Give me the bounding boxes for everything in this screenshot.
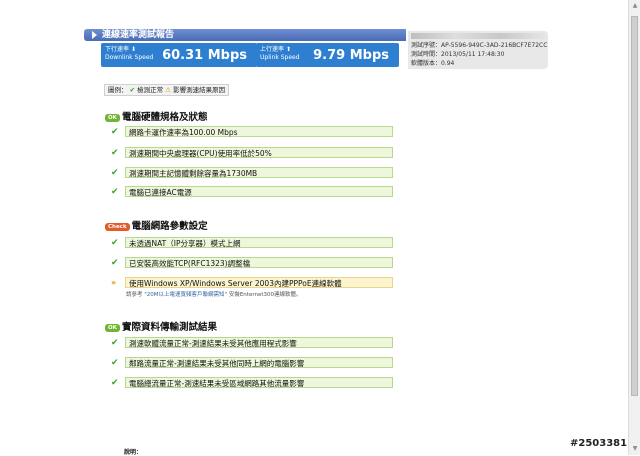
check-mark-icon: ✔: [111, 187, 119, 197]
check-mark-icon: ✔: [111, 127, 119, 137]
check-mark-icon: ✔: [129, 86, 136, 94]
download-speed-value: 60.31 Mbps: [162, 48, 247, 63]
upload-speed-box: 上行速率 ⬆ Uplink Speed 9.79 Mbps: [256, 43, 399, 67]
check-mark-icon: ✔: [111, 238, 119, 248]
list-item-text: 網路卡運作速率為100.00 Mbps: [125, 126, 393, 137]
vertical-scrollbar[interactable]: ▲ ▼: [628, 0, 640, 455]
watermark: #2503381: [570, 438, 628, 449]
test-time: 測試時間：2013/05/11 17:48:30: [411, 51, 505, 58]
report-title: 連線速率測試報告: [102, 30, 175, 40]
scroll-down-icon[interactable]: ▼: [629, 443, 640, 455]
warning-icon: ⚠: [165, 86, 172, 94]
section-transfer-header: OK 實際資料傳輸測試結果: [105, 322, 217, 334]
check-badge: Check: [105, 223, 130, 231]
ok-badge: OK: [105, 324, 120, 332]
play-triangle-icon: [92, 31, 97, 39]
list-item-text: 使用Windows XP/Windows Server 2003內建PPPoE連…: [125, 277, 393, 288]
check-mark-icon: ✔: [111, 258, 119, 268]
scroll-up-icon[interactable]: ▲: [629, 0, 640, 12]
upload-speed-value: 9.79 Mbps: [313, 48, 389, 63]
test-info-panel: 測試序號：AP-5596-949C-3AD-216BCF7E72CC 測試時間：…: [408, 31, 548, 69]
list-item-text: 電腦已連接AC電源: [125, 186, 393, 197]
list-item-text: 未透過NAT（IP分享器）模式上網: [125, 237, 393, 248]
test-serial: 測試序號：AP-5596-949C-3AD-216BCF7E72CC: [411, 42, 548, 49]
check-mark-icon: ✔: [111, 168, 119, 178]
software-version: 軟體版本：0.94: [411, 60, 455, 67]
list-item-text: 測速期間主記憶體剩餘容量為1730MB: [125, 167, 393, 178]
check-mark-icon: ✔: [111, 378, 119, 388]
redacted-bar: [411, 33, 546, 39]
report-page: 連線速率測試報告 下行速率 ⬇ Downlink Speed 60.31 Mbp…: [0, 0, 628, 456]
check-mark-icon: ✔: [111, 358, 119, 368]
download-speed-box: 下行速率 ⬇ Downlink Speed 60.31 Mbps: [101, 43, 257, 67]
legend: 圖例： ✔ 檢測正常 ⚠ 影響測速結果原因: [104, 84, 230, 96]
list-item-text: 已安裝高效能TCP(RFC1323)調整檔: [125, 257, 393, 268]
section-title: 電腦網路參數設定: [131, 221, 208, 232]
upload-speed-label: 上行速率 ⬆ Uplink Speed: [260, 46, 300, 61]
scrollbar-thumb[interactable]: [631, 16, 638, 396]
check-mark-icon: ✔: [111, 148, 119, 158]
list-item-text: 測速軟體流量正常-測速結果未受其他應用程式影響: [125, 337, 393, 348]
guide-link[interactable]: "20M以上電速寬頻客戶聯網需知": [144, 292, 227, 298]
double-chevron-icon: »: [111, 278, 117, 287]
list-item-text: 測速期間中央處理器(CPU)使用率低於50%: [125, 147, 393, 158]
list-item-text: 電腦總流量正常-測速結果未受區域網路其他流量影響: [125, 377, 393, 388]
check-mark-icon: ✔: [111, 338, 119, 348]
pppoe-note: 請參考 "20M以上電速寬頻客戶聯網需知" 安裝Enternet300連線軟體。: [126, 292, 302, 298]
upload-arrow-icon: ⬆: [285, 46, 291, 53]
ok-badge: OK: [105, 114, 120, 122]
section-title: 實際資料傳輸測試結果: [121, 322, 217, 333]
list-item-text: 鄰路流量正常-測速結果未受其他同時上網的電腦影響: [125, 357, 393, 368]
download-speed-label: 下行速率 ⬇ Downlink Speed: [105, 46, 154, 61]
section-hardware-header: OK 電腦硬體規格及狀態: [105, 112, 207, 124]
download-arrow-icon: ⬇: [130, 46, 136, 53]
section-network-header: Check 電腦網路參數設定: [105, 221, 208, 233]
report-title-bar: 連線速率測試報告: [84, 29, 406, 41]
section-title: 電腦硬體規格及狀態: [121, 112, 208, 123]
